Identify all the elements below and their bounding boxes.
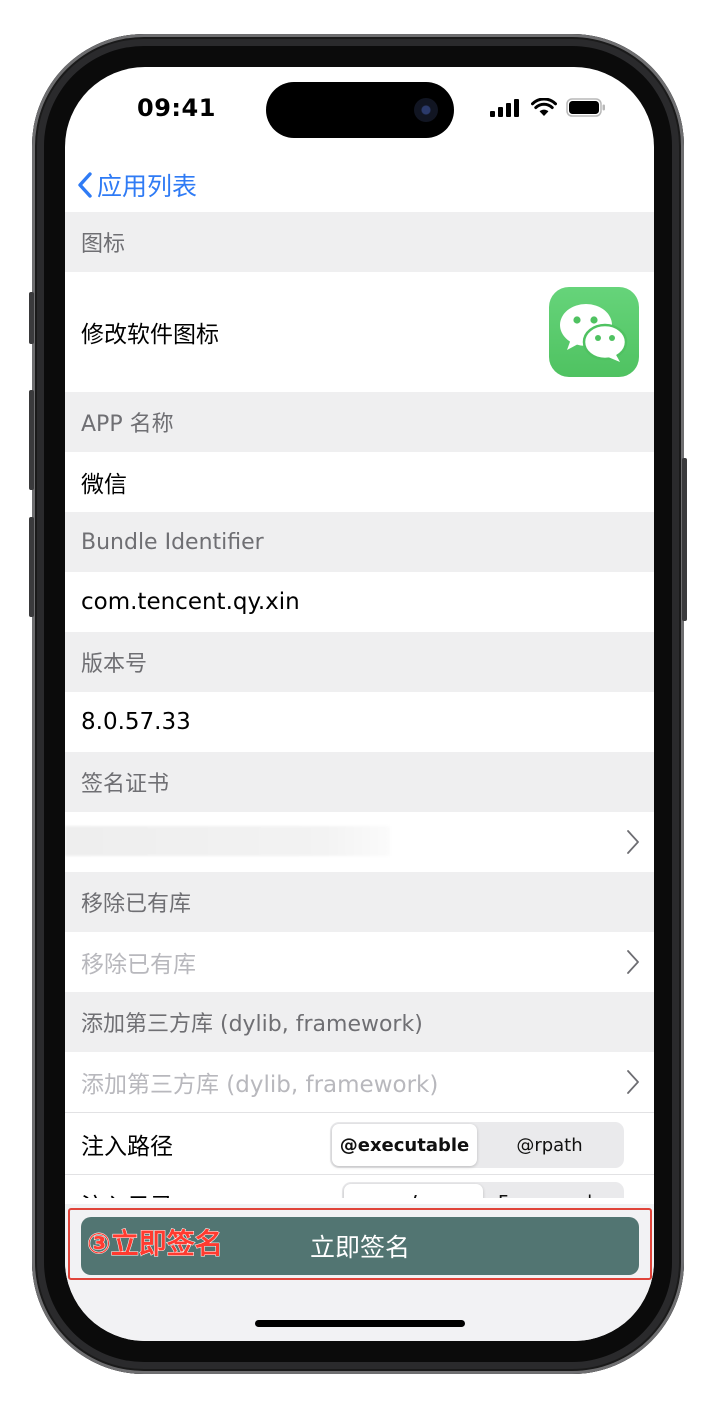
camera-icon [414,98,438,122]
back-button[interactable]: 应用列表 [77,167,197,203]
inject-dir-row: 注入目录 / Frameworks [65,1174,654,1198]
navigation-bar: 应用列表 [65,159,654,213]
wifi-icon [531,98,557,116]
redacted-certificate-name [65,826,390,856]
section-header-certificate: 签名证书 [65,752,654,812]
section-header-icon: 图标 [65,212,654,272]
add-libs-row[interactable]: 添加第三方库 (dylib, framework) [65,1052,654,1112]
status-time: 09:41 [137,94,216,122]
inject-path-row: 注入路径 @executable @rpath [65,1112,654,1174]
status-icons [490,98,606,117]
phone-volume-up-button [29,390,34,490]
segment-root[interactable]: / [344,1184,483,1198]
inject-path-segmented-control: @executable @rpath [330,1122,624,1168]
chevron-left-icon [78,172,92,198]
wechat-logo-icon [560,304,628,362]
bundle-id-value: com.tencent.qy.xin [81,589,300,615]
segment-frameworks[interactable]: Frameworks [483,1184,622,1199]
annotation-step-label: ③立即签名 [87,1227,224,1261]
section-header-remove-libs: 移除已有库 [65,872,654,932]
dynamic-island [266,82,454,138]
remove-libs-row[interactable]: 移除已有库 [65,932,654,992]
section-header-version: 版本号 [65,632,654,692]
change-icon-label: 修改软件图标 [81,322,219,348]
settings-list: 图标 修改软件图标 APP 名称 微信 Bundle Identifier co… [65,212,654,1198]
segment-executable[interactable]: @executable [332,1124,477,1166]
inject-dir-segmented-control: / Frameworks [342,1182,624,1198]
chevron-right-icon [627,1070,639,1094]
bundle-id-field[interactable]: com.tencent.qy.xin [65,572,654,632]
cellular-signal-icon [490,98,519,117]
phone-volume-down-button [29,517,34,617]
inject-path-label: 注入路径 [81,1133,173,1160]
add-libs-placeholder: 添加第三方库 (dylib, framework) [81,1072,439,1098]
phone-action-button [29,292,34,344]
certificate-row[interactable] [65,812,654,872]
back-label: 应用列表 [97,172,198,201]
inject-dir-label: 注入目录 [81,1187,173,1198]
screen: 09:41 应用列表 图标 修改软件图标 APP 名称 微信 Bundle Id… [65,67,654,1341]
home-indicator [255,1320,465,1327]
version-value: 8.0.57.33 [81,709,191,735]
app-name-field[interactable]: 微信 [65,452,654,512]
section-header-bundle-id: Bundle Identifier [65,512,654,572]
change-icon-row[interactable]: 修改软件图标 [65,272,654,392]
section-header-app-name: APP 名称 [65,392,654,452]
phone-power-button [682,458,687,621]
battery-icon [566,98,605,117]
segment-rpath[interactable]: @rpath [477,1124,622,1166]
chevron-right-icon [627,950,639,974]
wechat-app-icon[interactable] [549,287,639,377]
app-name-value: 微信 [81,472,127,498]
section-header-add-libs: 添加第三方库 (dylib, framework) [65,992,654,1052]
chevron-right-icon [627,830,639,854]
remove-libs-placeholder: 移除已有库 [81,952,196,978]
version-field[interactable]: 8.0.57.33 [65,692,654,752]
